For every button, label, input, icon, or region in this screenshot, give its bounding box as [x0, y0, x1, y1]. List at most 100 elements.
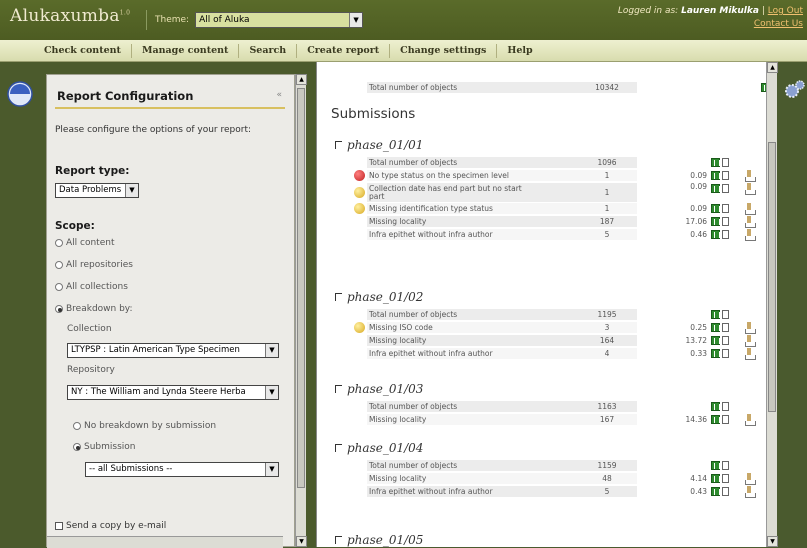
- main-vertical-scrollbar[interactable]: ▲ ▼: [766, 62, 778, 547]
- document-icon[interactable]: [722, 184, 729, 193]
- repository-select[interactable]: NY : The William and Lynda Steere Herba ▼: [67, 385, 279, 400]
- menu-help[interactable]: Help: [497, 44, 542, 58]
- excel-icon[interactable]: [711, 415, 720, 424]
- download-icon[interactable]: [745, 229, 756, 241]
- scroll-down-icon[interactable]: ▼: [767, 536, 778, 547]
- scope-all-repositories[interactable]: All repositories: [55, 260, 133, 270]
- menu-search[interactable]: Search: [239, 43, 298, 58]
- contact-link[interactable]: Contact Us: [618, 19, 803, 29]
- chevron-down-icon[interactable]: ▼: [125, 184, 138, 197]
- toggle-icon[interactable]: [335, 444, 342, 452]
- row-count: 1: [604, 171, 610, 180]
- scroll-thumb[interactable]: [768, 142, 776, 412]
- radio-button[interactable]: [73, 422, 81, 430]
- panel-vertical-scrollbar[interactable]: ▲ ▼: [295, 74, 307, 547]
- panel-horizontal-scrollbar[interactable]: [47, 536, 283, 548]
- document-icon[interactable]: [722, 217, 729, 226]
- document-icon[interactable]: [722, 204, 729, 213]
- logout-link[interactable]: Log Out: [768, 6, 803, 16]
- phase-heading[interactable]: phase_01/05: [335, 533, 423, 547]
- download-icon[interactable]: [745, 486, 756, 498]
- document-icon[interactable]: [722, 487, 729, 496]
- chevron-down-icon[interactable]: ▼: [265, 463, 278, 476]
- document-icon[interactable]: [722, 230, 729, 239]
- download-icon[interactable]: [745, 473, 756, 485]
- excel-icon[interactable]: [711, 461, 720, 470]
- chevron-down-icon[interactable]: ▼: [349, 13, 363, 27]
- document-icon[interactable]: [722, 158, 729, 167]
- scroll-down-icon[interactable]: ▼: [296, 536, 307, 547]
- excel-icon[interactable]: [711, 474, 720, 483]
- no-breakdown-option[interactable]: No breakdown by submission: [73, 421, 216, 431]
- scroll-thumb[interactable]: [297, 88, 305, 488]
- excel-icon[interactable]: [711, 230, 720, 239]
- document-icon[interactable]: [722, 349, 729, 358]
- download-icon[interactable]: [745, 335, 756, 347]
- document-icon[interactable]: [722, 323, 729, 332]
- chevron-down-icon[interactable]: ▼: [265, 386, 278, 399]
- scope-all-collections[interactable]: All collections: [55, 282, 128, 292]
- download-icon[interactable]: [745, 203, 756, 215]
- excel-icon[interactable]: [711, 217, 720, 226]
- excel-icon[interactable]: [711, 158, 720, 167]
- excel-icon[interactable]: [711, 402, 720, 411]
- toggle-icon[interactable]: [335, 385, 342, 393]
- phase-heading[interactable]: phase_01/01: [335, 138, 423, 152]
- theme-select[interactable]: All of Aluka ▼: [195, 12, 364, 28]
- download-icon[interactable]: [745, 348, 756, 360]
- document-icon[interactable]: [722, 336, 729, 345]
- document-icon[interactable]: [722, 310, 729, 319]
- radio-button-selected[interactable]: [73, 443, 81, 451]
- scroll-up-icon[interactable]: ▲: [767, 62, 778, 73]
- download-icon[interactable]: [745, 216, 756, 228]
- excel-icon[interactable]: [711, 184, 720, 193]
- email-copy-checkbox[interactable]: Send a copy by e-mail: [55, 521, 166, 531]
- repository-label: Repository: [67, 365, 115, 375]
- collection-select[interactable]: LTYPSP : Latin American Type Specimen ▼: [67, 343, 279, 358]
- excel-icon[interactable]: [711, 336, 720, 345]
- menu-change-settings[interactable]: Change settings: [390, 43, 498, 58]
- radio-button[interactable]: [55, 261, 63, 269]
- menu-check-content[interactable]: Check content: [34, 43, 132, 58]
- download-icon[interactable]: [745, 322, 756, 334]
- phase-heading[interactable]: phase_01/04: [335, 441, 423, 455]
- checkbox[interactable]: [55, 522, 63, 530]
- report-config-icon[interactable]: [6, 80, 34, 108]
- submission-select[interactable]: -- all Submissions -- ▼: [85, 462, 279, 477]
- scope-all-content[interactable]: All content: [55, 238, 114, 248]
- document-icon[interactable]: [722, 474, 729, 483]
- menu-create-report[interactable]: Create report: [297, 43, 391, 58]
- excel-icon[interactable]: [711, 349, 720, 358]
- report-type-select[interactable]: Data Problems ▼: [55, 183, 139, 198]
- toggle-icon[interactable]: [335, 536, 342, 544]
- chevron-down-icon[interactable]: ▼: [265, 344, 278, 357]
- document-icon[interactable]: [722, 171, 729, 180]
- document-icon[interactable]: [722, 415, 729, 424]
- excel-icon[interactable]: [711, 204, 720, 213]
- collapse-icon[interactable]: «: [276, 90, 282, 100]
- document-icon[interactable]: [722, 402, 729, 411]
- scope-breakdown[interactable]: Breakdown by:: [55, 304, 133, 314]
- radio-button[interactable]: [55, 283, 63, 291]
- gear-icon[interactable]: [784, 78, 806, 100]
- document-icon[interactable]: [722, 461, 729, 470]
- excel-icon[interactable]: [711, 323, 720, 332]
- radio-button-selected[interactable]: [55, 305, 63, 313]
- submission-option[interactable]: Submission: [73, 442, 136, 452]
- toggle-icon[interactable]: [335, 293, 342, 301]
- excel-icon[interactable]: [711, 171, 720, 180]
- excel-icon[interactable]: [711, 310, 720, 319]
- toggle-icon[interactable]: [335, 141, 342, 149]
- download-icon[interactable]: [745, 170, 756, 182]
- row-count: 5: [604, 487, 610, 496]
- theme-selector: Theme: All of Aluka ▼: [146, 10, 364, 30]
- user-info: Logged in as: Lauren Mikulka | Log Out C…: [617, 6, 803, 29]
- download-icon[interactable]: [745, 414, 756, 426]
- download-icon[interactable]: [745, 183, 756, 195]
- excel-icon[interactable]: [711, 487, 720, 496]
- scroll-up-icon[interactable]: ▲: [296, 74, 307, 85]
- phase-heading[interactable]: phase_01/03: [335, 382, 423, 396]
- phase-heading[interactable]: phase_01/02: [335, 290, 423, 304]
- radio-button[interactable]: [55, 239, 63, 247]
- menu-manage-content[interactable]: Manage content: [132, 43, 240, 58]
